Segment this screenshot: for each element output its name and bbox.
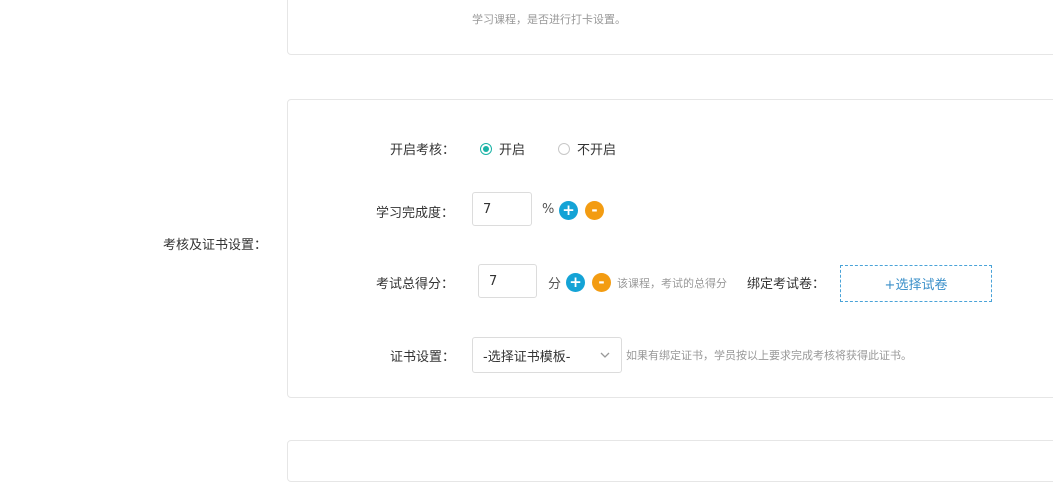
certificate-template-select[interactable]: -选择证书模板- xyxy=(472,337,622,373)
exam-certificate-section-label: 考核及证书设置： xyxy=(163,238,268,253)
checkin-hint: 学习课程，是否进行打卡设置。 xyxy=(472,13,626,26)
checkin-settings-panel xyxy=(287,0,1053,55)
enable-exam-label: 开启考核： xyxy=(390,143,456,158)
bind-paper-label: 绑定考试卷： xyxy=(747,277,826,292)
completion-label: 学习完成度： xyxy=(376,206,455,221)
certificate-select-value: -选择证书模板- xyxy=(483,349,571,365)
next-section-panel xyxy=(287,440,1053,482)
radio-disable-label: 不开启 xyxy=(577,143,617,158)
checkin-settings-label-cut: · · · xyxy=(380,0,401,6)
radio-disable[interactable]: 不开启 xyxy=(558,139,616,158)
radio-enable-label: 开启 xyxy=(499,143,526,158)
score-label: 考试总得分： xyxy=(376,277,455,292)
select-paper-button[interactable]: +选择试卷 xyxy=(840,265,992,302)
score-unit: 分 xyxy=(548,277,562,292)
completion-unit: % xyxy=(542,202,555,217)
minus-icon: - xyxy=(598,273,605,291)
certificate-hint: 如果有绑定证书，学员按以上要求完成考核将获得此证书。 xyxy=(626,349,912,362)
certificate-label: 证书设置： xyxy=(390,350,456,365)
score-plus-button[interactable]: + xyxy=(566,273,585,292)
radio-unchecked-icon xyxy=(558,142,570,155)
radio-checked-icon xyxy=(480,142,492,155)
plus-icon: + xyxy=(569,273,582,291)
score-hint: 该课程，考试的总得分 xyxy=(617,277,727,290)
radio-enable[interactable]: 开启 xyxy=(480,139,525,158)
chevron-down-icon xyxy=(600,352,610,358)
completion-minus-button[interactable]: - xyxy=(585,201,604,220)
score-input[interactable] xyxy=(478,264,537,298)
plus-icon: + xyxy=(562,201,575,219)
score-minus-button[interactable]: - xyxy=(592,273,611,292)
completion-input[interactable] xyxy=(472,192,532,226)
completion-plus-button[interactable]: + xyxy=(559,201,578,220)
minus-icon: - xyxy=(591,201,598,219)
